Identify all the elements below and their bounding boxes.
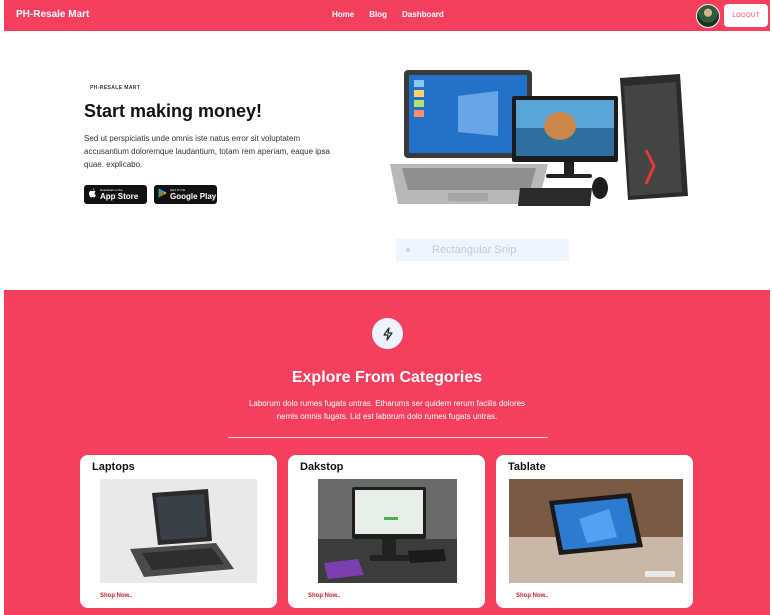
google-play-button[interactable]: GET IT ON Google Play [154, 185, 217, 204]
card-title: Tablate [508, 461, 546, 473]
category-card-laptops[interactable]: Laptops Shop Now.. [80, 455, 277, 608]
category-card-desktop[interactable]: Dakstop Shop Now.. [288, 455, 485, 608]
nav-links: Home Blog Dashboard [332, 10, 444, 19]
google-play-label: Google Play [170, 192, 217, 201]
card-title: Laptops [92, 461, 135, 473]
bolt-icon [382, 326, 393, 341]
hero-title: Start making money! [84, 101, 263, 121]
user-avatar[interactable] [696, 4, 720, 28]
category-card-tablet[interactable]: Tablate Shop Now.. [496, 455, 693, 608]
snip-label: Rectangular Snip [432, 244, 517, 256]
apple-icon [88, 187, 100, 202]
desktop-image [318, 479, 457, 583]
logout-button[interactable]: LOGOUT [724, 4, 768, 27]
brand-logo[interactable]: PH-Resale Mart [16, 9, 89, 20]
hero-computers-image [390, 70, 688, 206]
rectangular-snip-overlay: Rectangular Snip [396, 239, 569, 261]
shop-now-link[interactable]: Shop Now.. [308, 593, 340, 599]
nav-blog[interactable]: Blog [369, 10, 387, 19]
play-icon [158, 188, 170, 201]
hero-description: Sed ut perspiciatis unde omnis iste natu… [84, 134, 330, 169]
nav-dashboard[interactable]: Dashboard [402, 10, 444, 19]
categories-description: Laborum dolo rumes fugats untras. Etharu… [248, 399, 526, 421]
tablet-image [509, 479, 683, 583]
bolt-icon-badge [372, 318, 403, 349]
categories-divider [228, 437, 548, 438]
categories-section: Explore From Categories Laborum dolo rum… [4, 290, 770, 615]
card-title: Dakstop [300, 461, 344, 473]
nav-home[interactable]: Home [332, 10, 354, 19]
shop-now-link[interactable]: Shop Now.. [100, 593, 132, 599]
laptop-image [100, 479, 257, 583]
app-store-button[interactable]: Download on the App Store [84, 185, 147, 204]
navbar: PH-Resale Mart Home Blog Dashboard LOGOU… [4, 0, 770, 31]
categories-title: Explore From Categories [291, 369, 483, 386]
app-store-label: App Store [100, 192, 139, 201]
hero-eyebrow: PH-RESALE MART [90, 85, 141, 91]
shop-now-link[interactable]: Shop Now.. [516, 593, 548, 599]
snip-icon [406, 248, 410, 252]
